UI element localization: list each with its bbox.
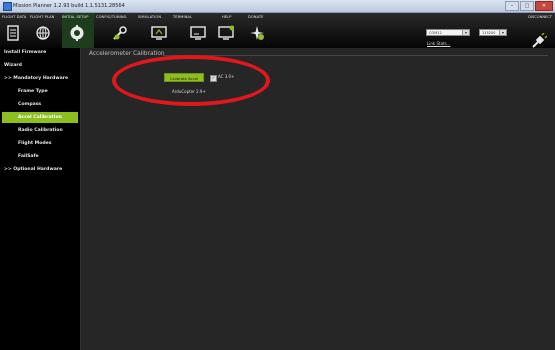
maximize-button[interactable]: □ bbox=[520, 1, 534, 11]
menu-label: CONFIG/TUNING bbox=[96, 15, 127, 19]
disconnect-label[interactable]: DISCONNECT bbox=[528, 15, 552, 19]
menu-label: HELP bbox=[222, 15, 232, 19]
sidebar-item-flight-modes[interactable]: Flight Modes bbox=[18, 141, 52, 146]
setup-sidebar: Install Firmware Wizard >> Mandatory Har… bbox=[0, 48, 81, 350]
help-icon bbox=[218, 25, 234, 40]
menu-label: TERMINAL bbox=[173, 15, 193, 19]
sidebar-item-radio-calibration[interactable]: Radio Calibration bbox=[18, 128, 63, 133]
minimize-button[interactable]: – bbox=[505, 1, 519, 11]
config-tuning-icon bbox=[113, 26, 127, 40]
title-bar: Mission Planner 1.2.93 build 1.1.5131.28… bbox=[0, 0, 555, 13]
menu-help[interactable]: HELP bbox=[218, 13, 238, 48]
menu-label: FLIGHT DATA bbox=[2, 15, 27, 19]
baud-value: 115200 bbox=[482, 31, 496, 35]
simulation-icon bbox=[151, 26, 167, 40]
flight-plan-icon bbox=[36, 26, 50, 40]
sidebar-item-accel-calibration[interactable]: Accel Calibration bbox=[2, 112, 78, 123]
terminal-icon bbox=[190, 26, 206, 40]
port-select[interactable]: COM12 ▾ bbox=[426, 29, 470, 36]
baud-select[interactable]: 115200 ▾ bbox=[479, 29, 507, 36]
close-button[interactable]: ✕ bbox=[535, 1, 553, 11]
menu-label: SIMULATION bbox=[138, 15, 162, 19]
chevron-down-icon: ▾ bbox=[462, 30, 469, 35]
menu-label: FLIGHT PLAN bbox=[30, 15, 55, 19]
window-controls: – □ ✕ bbox=[505, 1, 553, 11]
menu-terminal[interactable]: TERMINAL bbox=[173, 13, 206, 48]
plug-icon[interactable] bbox=[531, 33, 547, 49]
sidebar-item-optional-hardware[interactable]: >> Optional Hardware bbox=[4, 167, 62, 172]
initial-setup-icon bbox=[70, 25, 84, 41]
menu-initial-setup[interactable]: INITIAL SETUP bbox=[62, 13, 94, 48]
sidebar-item-frame-type[interactable]: Frame Type bbox=[18, 89, 48, 94]
menu-flight-plan[interactable]: FLIGHT PLAN bbox=[30, 13, 62, 48]
page-title: Accelerometer Calibration bbox=[89, 51, 165, 57]
sidebar-item-failsafe[interactable]: FailSafe bbox=[18, 154, 39, 159]
menu-donate[interactable]: DONATE bbox=[248, 13, 270, 48]
sidebar-item-mandatory-hardware[interactable]: >> Mandatory Hardware bbox=[4, 76, 68, 81]
menu-simulation[interactable]: SIMULATION bbox=[138, 13, 168, 48]
menu-config-tuning[interactable]: CONFIG/TUNING bbox=[96, 13, 134, 48]
menu-label: DONATE bbox=[248, 15, 264, 19]
menu-label: INITIAL SETUP bbox=[62, 15, 89, 19]
sidebar-item-install-firmware[interactable]: Install Firmware bbox=[4, 50, 46, 55]
menu-flight-data[interactable]: FLIGHT DATA bbox=[2, 13, 30, 48]
highlight-circle bbox=[112, 55, 270, 106]
main-toolbar: FLIGHT DATA FLIGHT PLAN INITIAL SETUP CO… bbox=[0, 13, 555, 48]
chevron-down-icon: ▾ bbox=[499, 30, 506, 35]
title-divider bbox=[163, 55, 548, 56]
app-icon bbox=[3, 2, 12, 11]
sidebar-item-wizard[interactable]: Wizard bbox=[4, 63, 22, 68]
link-stats-link[interactable]: Link Stats... bbox=[427, 41, 451, 46]
port-value: COM12 bbox=[429, 31, 442, 35]
flight-data-icon bbox=[7, 25, 19, 41]
window-title: Mission Planner 1.2.93 build 1.1.5131.28… bbox=[13, 3, 125, 9]
donate-icon bbox=[250, 26, 264, 40]
sidebar-item-compass[interactable]: Compass bbox=[18, 102, 41, 107]
